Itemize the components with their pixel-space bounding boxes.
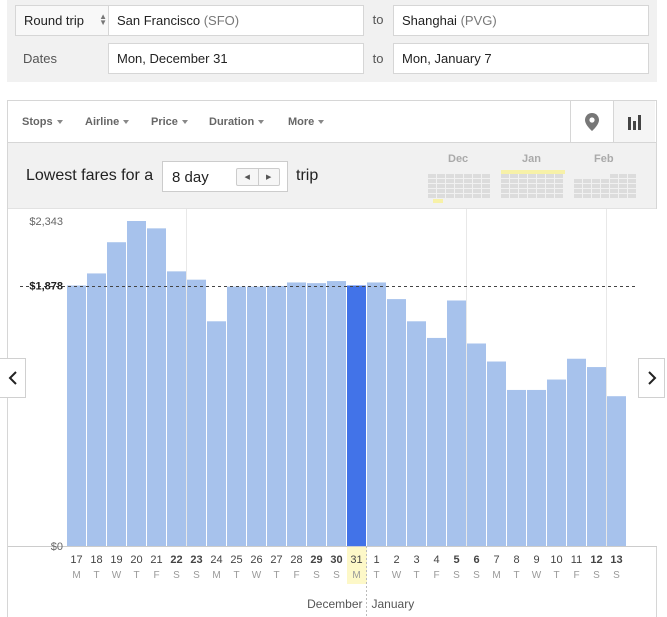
x-day-label[interactable]: 3 (413, 554, 419, 566)
x-day-label[interactable]: 10 (550, 554, 562, 566)
x-day-label[interactable]: 19 (110, 554, 122, 566)
fare-bar[interactable] (547, 379, 566, 546)
x-day-label[interactable]: 2 (393, 554, 399, 566)
x-day-label[interactable]: 22 (170, 554, 182, 566)
x-day-label[interactable]: 4 (433, 554, 439, 566)
x-weekday-label: S (173, 570, 180, 581)
x-weekday-label: W (392, 570, 402, 581)
x-weekday-label: W (532, 570, 542, 581)
x-day-label[interactable]: 30 (330, 554, 342, 566)
fare-bar[interactable] (507, 389, 526, 546)
fare-bar[interactable] (367, 282, 386, 546)
x-weekday-label: F (153, 570, 159, 581)
month-label-december: December (307, 597, 362, 611)
fare-bar[interactable] (327, 281, 346, 546)
x-weekday-label: S (333, 570, 340, 581)
prev-week-button[interactable] (0, 358, 26, 398)
x-day-label[interactable]: 28 (290, 554, 302, 566)
x-weekday-label: F (433, 570, 439, 581)
x-weekday-label: T (513, 570, 519, 581)
x-weekday-label: S (473, 570, 480, 581)
chevron-right-icon (647, 371, 656, 385)
fare-bar[interactable] (207, 321, 226, 546)
fare-bar[interactable] (467, 343, 486, 546)
x-weekday-label: T (413, 570, 419, 581)
fare-bar[interactable] (67, 285, 86, 546)
x-day-label[interactable]: 9 (533, 554, 539, 566)
x-weekday-label: T (233, 570, 239, 581)
fare-bar[interactable] (87, 273, 106, 546)
fare-bar[interactable] (167, 271, 186, 546)
x-day-label[interactable]: 17 (70, 554, 82, 566)
x-day-label[interactable]: 6 (473, 554, 479, 566)
fare-bar[interactable] (287, 282, 306, 546)
x-day-label[interactable]: 18 (90, 554, 102, 566)
x-day-label[interactable]: 26 (250, 554, 262, 566)
x-weekday-label: T (133, 570, 139, 581)
fare-bar[interactable] (487, 361, 506, 546)
fare-bar-chart: $2,343$1,878$017M18T19W20T21F22S23S24M25… (8, 209, 657, 617)
x-day-label[interactable]: 12 (590, 554, 602, 566)
x-day-label[interactable]: 21 (150, 554, 162, 566)
fare-bar[interactable] (187, 279, 206, 546)
x-weekday-label: W (112, 570, 122, 581)
fare-bar[interactable] (307, 283, 326, 546)
fare-bar[interactable] (387, 299, 406, 546)
x-day-label[interactable]: 29 (310, 554, 322, 566)
chevron-left-icon (8, 371, 17, 385)
fare-bar-selected[interactable] (347, 285, 366, 546)
fare-bar[interactable] (427, 337, 446, 546)
fare-bar[interactable] (587, 367, 606, 546)
fare-bar[interactable] (147, 228, 166, 546)
fare-bar[interactable] (447, 300, 466, 546)
x-day-label[interactable]: 1 (373, 554, 379, 566)
fare-bar[interactable] (407, 321, 426, 546)
y-tick-label: $1,878 (29, 281, 63, 293)
month-label-january: January (372, 597, 415, 611)
y-tick-label: $0 (51, 541, 63, 553)
x-day-label[interactable]: 23 (190, 554, 202, 566)
next-week-button[interactable] (638, 358, 665, 398)
x-weekday-label: T (553, 570, 559, 581)
fare-bar[interactable] (127, 221, 146, 546)
x-day-label[interactable]: 13 (610, 554, 622, 566)
fare-bar[interactable] (247, 286, 266, 546)
fare-bar[interactable] (107, 242, 126, 547)
y-tick-label: $2,343 (29, 216, 63, 228)
x-day-label[interactable]: 31 (350, 554, 362, 566)
x-day-label[interactable]: 8 (513, 554, 519, 566)
x-day-label[interactable]: 7 (493, 554, 499, 566)
x-weekday-label: T (273, 570, 279, 581)
x-day-label[interactable]: 24 (210, 554, 222, 566)
x-weekday-label: T (93, 570, 99, 581)
fare-bar[interactable] (227, 286, 246, 546)
x-weekday-label: M (492, 570, 500, 581)
x-weekday-label: F (573, 570, 579, 581)
fare-bar[interactable] (527, 389, 546, 546)
x-weekday-label: M (212, 570, 220, 581)
x-weekday-label: W (252, 570, 262, 581)
x-weekday-label: S (593, 570, 600, 581)
x-weekday-label: S (193, 570, 200, 581)
fare-bar[interactable] (267, 285, 286, 546)
x-day-label[interactable]: 25 (230, 554, 242, 566)
x-day-label[interactable]: 5 (453, 554, 459, 566)
x-day-label[interactable]: 27 (270, 554, 282, 566)
x-day-label[interactable]: 11 (571, 554, 582, 566)
x-weekday-label: M (352, 570, 360, 581)
x-weekday-label: F (293, 570, 299, 581)
x-weekday-label: M (72, 570, 80, 581)
fare-bar[interactable] (607, 396, 626, 546)
x-weekday-label: T (373, 570, 379, 581)
x-weekday-label: S (453, 570, 460, 581)
x-weekday-label: S (313, 570, 320, 581)
x-weekday-label: S (613, 570, 620, 581)
fare-bar[interactable] (567, 358, 586, 546)
x-day-label[interactable]: 20 (130, 554, 142, 566)
